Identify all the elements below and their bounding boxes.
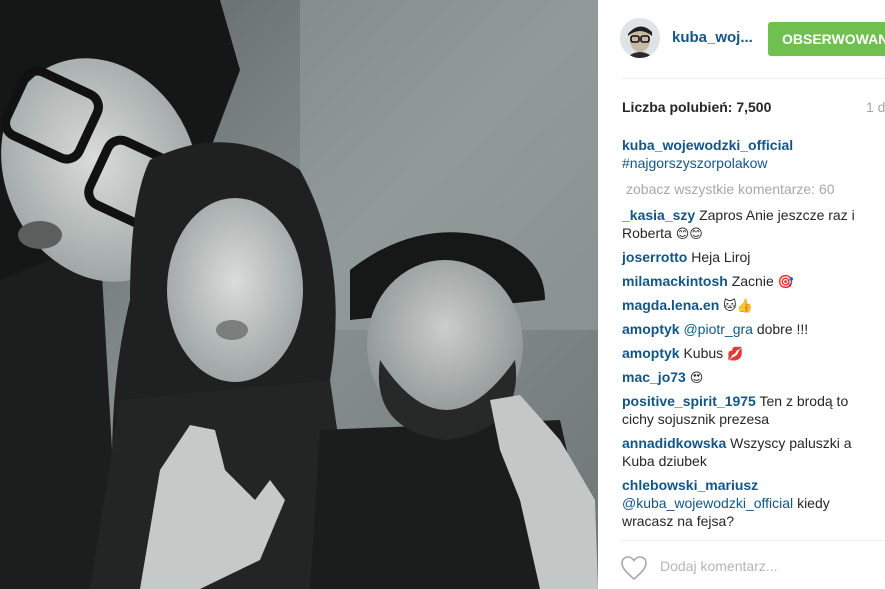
- heart-icon: [621, 556, 647, 581]
- comment: _kasia_szy Zapros Anie jeszcze raz i Rob…: [622, 206, 872, 248]
- comment-emoji: 🎯: [777, 275, 794, 290]
- comment-username[interactable]: annadidkowska: [622, 435, 726, 451]
- comment-emoji: 💋: [727, 347, 744, 362]
- comment-emoji: 😍: [689, 371, 704, 386]
- comment: amoptyk @piotr_gra dobre !!!: [622, 320, 872, 344]
- comment-username[interactable]: mac_jo73: [622, 369, 686, 385]
- comment-username[interactable]: amoptyk: [622, 321, 680, 337]
- comment-text: Kubus: [683, 345, 724, 361]
- comment: chlebowski_mariusz @kuba_wojewodzki_offi…: [622, 476, 872, 529]
- comment: joserrotto Heja Liroj: [622, 248, 872, 272]
- likes-label: Liczba polubień: 7,500: [622, 99, 772, 115]
- profile-username-link[interactable]: kuba_woj...: [672, 29, 753, 46]
- comment: magda.lena.en 🐱👍: [622, 296, 872, 320]
- avatar[interactable]: [620, 18, 660, 58]
- comment-username[interactable]: magda.lena.en: [622, 297, 719, 313]
- header-divider: [620, 78, 885, 79]
- comment: mac_jo73 😍: [622, 368, 872, 392]
- like-button[interactable]: [620, 555, 648, 581]
- post-footer: [598, 541, 885, 589]
- caption-hashtag[interactable]: #najgorszyszorpolakow: [622, 155, 768, 171]
- post-timestamp[interactable]: 1 dz: [866, 99, 885, 115]
- comment-username[interactable]: chlebowski_mariusz: [622, 477, 758, 493]
- comment-text: Zacnie: [731, 273, 774, 289]
- comment-mention[interactable]: @kuba_wojewodzki_official: [622, 495, 793, 511]
- comment-emoji: 🐱👍: [723, 299, 753, 314]
- comment-emoji: 😊😊: [675, 227, 703, 242]
- post-caption: kuba_wojewodzki_official #najgorszyszorp…: [622, 136, 885, 172]
- comment-text: dobre !!!: [756, 321, 809, 337]
- comment-username[interactable]: positive_spirit_1975: [622, 393, 756, 409]
- comment: amoptyk Kubus 💋: [622, 344, 872, 368]
- post-photo[interactable]: [0, 0, 598, 589]
- comment-username[interactable]: amoptyk: [622, 345, 680, 361]
- add-comment-input[interactable]: [660, 555, 880, 577]
- view-all-comments-link[interactable]: zobacz wszystkie komentarze: 60: [626, 181, 835, 197]
- caption-username[interactable]: kuba_wojewodzki_official: [622, 137, 793, 153]
- likes-count: Liczba polubień: 7,500: [622, 99, 885, 115]
- avatar-image: [620, 18, 660, 58]
- comment: annadidkowska Wszyscy paluszki a Kuba dz…: [622, 434, 872, 476]
- comment-username[interactable]: milamackintosh: [622, 273, 728, 289]
- comment: milamackintosh Zacnie 🎯: [622, 272, 872, 296]
- follow-button[interactable]: OBSERWOWANE: [768, 22, 885, 56]
- comment-text: Heja Liroj: [691, 249, 751, 265]
- post-photo-image: [0, 0, 598, 589]
- comment: positive_spirit_1975 Ten z brodą to cich…: [622, 392, 872, 434]
- comment-mention[interactable]: @piotr_gra: [683, 321, 752, 337]
- post-header: kuba_woj... OBSERWOWANE: [598, 0, 885, 78]
- comment-username[interactable]: _kasia_szy: [622, 207, 695, 223]
- comments-list: _kasia_szy Zapros Anie jeszcze raz i Rob…: [622, 206, 872, 529]
- comment-username[interactable]: joserrotto: [622, 249, 687, 265]
- post-details-panel: kuba_woj... OBSERWOWANE Liczba polubień:…: [598, 0, 885, 589]
